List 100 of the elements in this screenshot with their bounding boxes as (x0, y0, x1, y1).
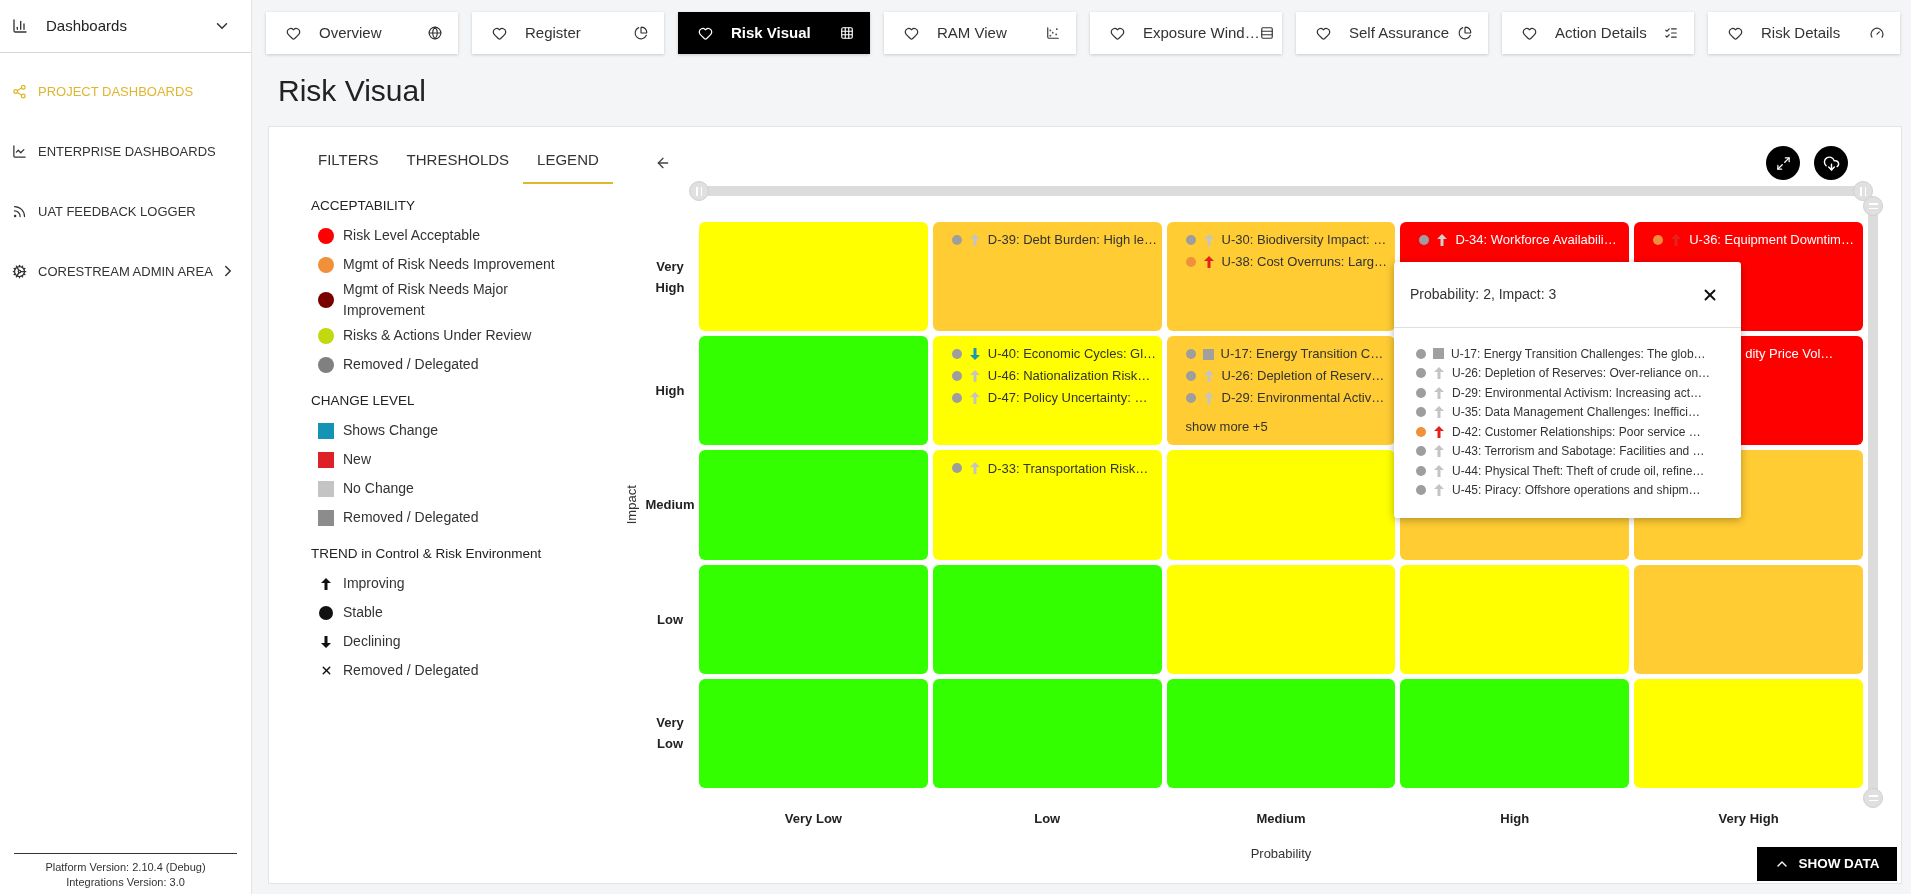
nav-item[interactable]: UAT FEEDBACK LOGGER (0, 181, 251, 241)
scatter-chart-icon (1046, 26, 1060, 40)
axis-title: Probability (1250, 845, 1312, 863)
legend-label: Risk Level Acceptable (343, 226, 480, 245)
show-data-button[interactable]: SHOW DATA (1757, 847, 1897, 881)
risk-label[interactable]: D-47: Policy Uncertainty: … (987, 388, 1148, 408)
row-label: Medium (645, 496, 695, 515)
risk-label[interactable]: U-17: Energy Transition C… (1220, 344, 1384, 364)
pie-chart-icon (1458, 26, 1472, 40)
dashboard-tab[interactable]: Risk Visual (678, 12, 870, 54)
column-label: Medium (1255, 810, 1307, 828)
heart-icon[interactable] (1316, 25, 1331, 41)
slider-handle[interactable] (689, 181, 709, 201)
show-more-link[interactable]: show more +5 (1185, 417, 1396, 437)
dashboards-menu[interactable]: Dashboards (0, 0, 251, 53)
risk-label[interactable]: D-39: Debt Burden: High le… (987, 230, 1157, 250)
slider-handle[interactable] (1863, 196, 1883, 216)
risk-label[interactable]: U-44: Physical Theft: Theft of crude oil, refine… (1452, 461, 1705, 480)
risk-label[interactable]: U-45: Piracy: Offshore operations and shipm… (1452, 481, 1701, 500)
panel-tab[interactable]: LEGEND (523, 138, 613, 184)
matrix-cell[interactable] (1634, 564, 1863, 674)
download-button[interactable] (1814, 146, 1848, 180)
cloud-download-icon (1822, 154, 1840, 172)
matrix-cell[interactable] (699, 450, 928, 560)
matrix-cell[interactable] (1166, 450, 1396, 560)
range-slider[interactable] (1863, 196, 1883, 808)
matrix-cell[interactable] (1166, 564, 1396, 674)
column-label: Low (1033, 810, 1062, 828)
heart-icon[interactable] (1522, 25, 1537, 41)
risk-label[interactable]: U-40: Economic Cycles: Gl… (987, 344, 1157, 364)
heart-icon[interactable] (1110, 25, 1125, 41)
matrix-cell[interactable] (1634, 678, 1863, 788)
dashboard-tab[interactable]: Overview (266, 12, 458, 54)
risk-label[interactable]: D-33: Transportation Risk… (987, 458, 1149, 479)
column-label: Very Low (783, 810, 843, 828)
legend-label: Mgmt of Risk Needs Improvement (343, 255, 555, 274)
heart-icon[interactable] (698, 25, 713, 41)
row-label: Low (656, 610, 684, 629)
checklist-icon (1664, 26, 1678, 40)
matrix-cell[interactable] (1400, 564, 1630, 674)
row-label: Very High (654, 257, 686, 297)
matrix-cell[interactable] (699, 564, 928, 674)
dashboard-tab[interactable]: Exposure Wind… (1090, 12, 1282, 54)
slider-handle[interactable] (1853, 181, 1873, 201)
grid-icon (840, 26, 854, 40)
legend-heading: ACCEPTABILITY (311, 197, 417, 216)
row-label: Very Low (655, 714, 685, 754)
heart-icon[interactable] (492, 25, 507, 41)
legend-label: Removed / Delegated (343, 355, 479, 374)
nav-item[interactable]: ENTERPRISE DASHBOARDS (0, 121, 251, 181)
dashboard-tab[interactable]: Register (472, 12, 664, 54)
legend-label: Risks & Actions Under Review (343, 326, 532, 345)
range-slider[interactable] (689, 181, 1873, 201)
expand-icon (1775, 155, 1791, 171)
nav-item[interactable]: CORESTREAM ADMIN AREA (0, 241, 251, 301)
risk-label[interactable]: U-30: Biodiversity Impact: … (1221, 230, 1387, 250)
heart-icon[interactable] (1728, 25, 1743, 41)
matrix-cell[interactable]: D-33: Transportation Risk… (932, 450, 1162, 560)
rows-icon (1259, 26, 1274, 40)
matrix-cell[interactable] (932, 678, 1162, 788)
risk-label[interactable]: U-38: Cost Overruns: Larg… (1221, 252, 1388, 272)
legend-label: Removed / Delegated (343, 508, 479, 527)
risk-label[interactable]: U-26: Depletion of Reserv… (1221, 366, 1385, 386)
matrix-cell[interactable] (699, 336, 928, 446)
panel-tab[interactable]: THRESHOLDS (392, 138, 524, 184)
legend-label: Removed / Delegated (343, 661, 479, 680)
dashboard-tab[interactable]: Risk Details (1708, 12, 1900, 54)
dashboard-tab[interactable]: Action Details (1502, 12, 1694, 54)
panel-tab[interactable]: FILTERS (304, 138, 393, 184)
risk-label[interactable]: D-29: Environmental Activ… (1221, 388, 1385, 408)
dashboard-tab[interactable]: RAM View (884, 12, 1076, 54)
slider-handle[interactable] (1863, 788, 1883, 808)
risk-label[interactable]: U-46: Nationalization Risk… (987, 366, 1151, 386)
column-label: High (1499, 810, 1531, 828)
legend-label: Mgmt of Risk Needs Major Improvement (343, 280, 509, 320)
risk-label[interactable]: dity Price Vol… (1745, 344, 1834, 364)
matrix-cell[interactable] (699, 222, 928, 332)
gauge-icon (1870, 26, 1884, 40)
pie-chart-icon (634, 26, 648, 40)
row-label: High (654, 382, 686, 401)
matrix-cell[interactable] (1400, 678, 1630, 788)
heart-icon[interactable] (286, 25, 301, 41)
legend-label: No Change (343, 479, 414, 498)
matrix-cell[interactable]: U-40: Economic Cycles: Gl… U-46: Nationalization Risk… D-47: Policy Uncertainty: … (932, 336, 1162, 446)
risk-label[interactable]: D-34: Workforce Availabili… (1455, 230, 1617, 250)
version-text: Platform Version: 2.10.4 (Debug) (45, 860, 206, 875)
matrix-cell[interactable]: D-39: Debt Burden: High le… (932, 222, 1162, 332)
legend-label: Improving (343, 574, 405, 593)
heart-icon[interactable] (904, 25, 919, 41)
legend-heading: CHANGE LEVEL (311, 392, 416, 411)
feed-icon (12, 203, 27, 219)
matrix-cell[interactable]: U-17: Energy Transition C… U-26: Depletion of Reserv… D-29: Environmental Activ… show more +5 (1166, 336, 1396, 446)
dashboard-tab[interactable]: Self Assurance (1296, 12, 1488, 54)
risk-label[interactable]: U-36: Equipment Downtim… (1689, 230, 1854, 250)
matrix-cell[interactable] (1166, 678, 1396, 788)
matrix-cell[interactable] (932, 564, 1162, 674)
column-label: Very High (1717, 810, 1780, 828)
matrix-cell[interactable] (699, 678, 928, 788)
expand-button[interactable] (1766, 146, 1800, 180)
matrix-cell[interactable]: U-30: Biodiversity Impact: … U-38: Cost Overruns: Larg… (1166, 222, 1396, 332)
